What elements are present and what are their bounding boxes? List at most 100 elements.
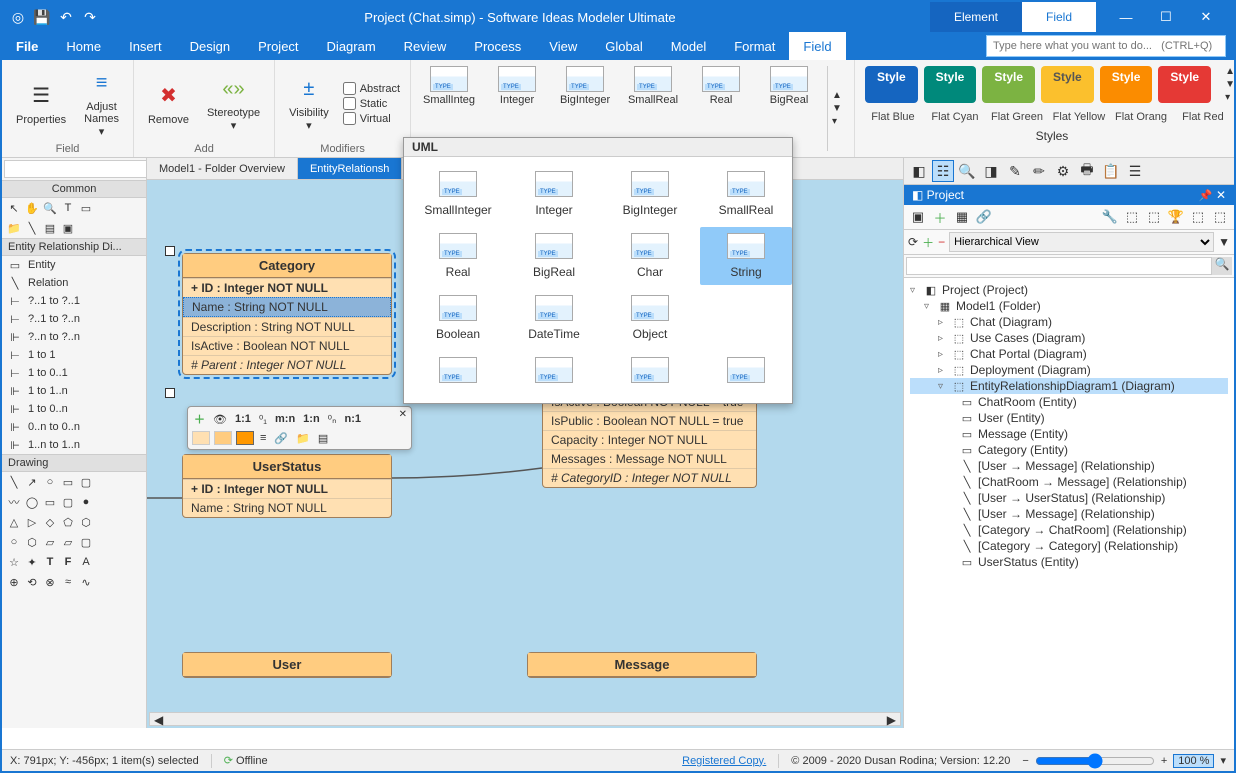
uml-smallreal[interactable]: SmallReal	[700, 165, 792, 223]
tree-diagram[interactable]: ▹⬚Deployment (Diagram)	[910, 362, 1228, 378]
project-search-input[interactable]	[906, 257, 1212, 275]
gallery-expand-icon[interactable]: ▾	[832, 116, 842, 127]
uml-integer[interactable]: Integer	[508, 165, 600, 223]
line-tool-icon[interactable]: ╲	[24, 220, 40, 236]
entity-userstatus[interactable]: UserStatus + ID : Integer NOT NULL Name …	[182, 454, 392, 518]
t-icon-4[interactable]: 🏆	[1166, 207, 1186, 227]
visibility-toggle-icon[interactable]: 👁	[211, 413, 229, 426]
tree-entity[interactable]: ▭Category (Entity)	[910, 442, 1228, 458]
tool-rel-4[interactable]: ⊢1 to 1	[2, 346, 146, 364]
menu-diagram[interactable]: Diagram	[313, 32, 390, 60]
search-icon[interactable]: 🔍	[1212, 257, 1232, 275]
rel-m-n[interactable]: m:n	[273, 413, 297, 425]
tree-entity[interactable]: ▭UserStatus (Entity)	[910, 554, 1228, 570]
tool-rel-2[interactable]: ⊢?..1 to ?..n	[2, 310, 146, 328]
zoom-in-icon[interactable]: +	[1161, 755, 1167, 767]
icon-5[interactable]: ✎	[1004, 160, 1026, 182]
pin-icon[interactable]: 📌	[1199, 190, 1213, 202]
icon-10[interactable]: ☰	[1124, 160, 1146, 182]
minimize-button[interactable]: —	[1106, 2, 1146, 32]
tree-model[interactable]: ▿▦Model1 (Folder)	[910, 298, 1228, 314]
uml-more-3[interactable]	[604, 351, 696, 395]
entity-message[interactable]: Message	[527, 652, 757, 678]
tree-erd-selected[interactable]: ▿⬚EntityRelationshipDiagram1 (Diagram)	[910, 378, 1228, 394]
icon-4[interactable]: ◨	[980, 160, 1002, 182]
style-down-icon[interactable]: ▼	[1225, 79, 1235, 90]
zoom-tool-icon[interactable]: 🔍	[42, 200, 58, 216]
icon-6[interactable]: ✏	[1028, 160, 1050, 182]
uml-more-2[interactable]	[508, 351, 600, 395]
tree-diagram[interactable]: ▹⬚Chat Portal (Diagram)	[910, 346, 1228, 362]
field-name-selected[interactable]: Name : String NOT NULL	[183, 297, 391, 317]
menu-global[interactable]: Global	[591, 32, 657, 60]
remove-item-icon[interactable]: −	[938, 235, 945, 249]
tool-rel-1[interactable]: ⊢?..1 to ?..1	[2, 292, 146, 310]
context-tab-element[interactable]: Element	[930, 2, 1022, 32]
menu-field[interactable]: Field	[789, 32, 845, 60]
add-icon[interactable]: ＋	[930, 207, 950, 227]
icon-8[interactable]: 🖶	[1076, 160, 1098, 182]
gallery-down-icon[interactable]: ▼	[832, 103, 842, 114]
tool-relation[interactable]: ╲Relation	[2, 274, 146, 292]
tree-relationship[interactable]: ╲[Category → Category] (Relationship)	[910, 538, 1228, 554]
refresh-icon[interactable]: ⟳	[908, 235, 918, 249]
icon-3[interactable]: 🔍	[956, 160, 978, 182]
style-expand-icon[interactable]: ▾	[1225, 92, 1235, 103]
filter-icon[interactable]: ▼	[1218, 235, 1230, 249]
view-mode-select[interactable]: Hierarchical View	[949, 232, 1214, 252]
new-icon[interactable]: ▣	[908, 207, 928, 227]
menu-format[interactable]: Format	[720, 32, 789, 60]
uml-real[interactable]: Real	[412, 227, 504, 285]
static-checkbox[interactable]: Static	[343, 97, 400, 110]
menu-project[interactable]: Project	[244, 32, 312, 60]
menu-insert[interactable]: Insert	[115, 32, 176, 60]
registered-copy-link[interactable]: Registered Copy.	[682, 755, 766, 767]
menu-home[interactable]: Home	[52, 32, 115, 60]
menu-view[interactable]: View	[535, 32, 591, 60]
t-icon-6[interactable]: ⬚	[1210, 207, 1230, 227]
tree-entity[interactable]: ▭ChatRoom (Entity)	[910, 394, 1228, 410]
t-icon-3[interactable]: ⬚	[1144, 207, 1164, 227]
remove-button[interactable]: ✖ Remove	[144, 80, 193, 128]
redo-icon[interactable]: ↷	[82, 9, 98, 25]
doc-tab-folder-overview[interactable]: Model1 - Folder Overview	[147, 158, 298, 179]
maximize-button[interactable]: ☐	[1146, 2, 1186, 32]
zoom-value[interactable]: 100 %	[1173, 754, 1214, 768]
color-swatch-1[interactable]	[192, 431, 210, 445]
zoom-slider[interactable]	[1035, 753, 1155, 769]
doc-tab-erd[interactable]: EntityRelationsh	[298, 158, 403, 179]
rel-0-n[interactable]: ⁰ₙ	[326, 413, 339, 426]
context-tab-field[interactable]: Field	[1022, 2, 1096, 32]
entity-chatroom-partial[interactable]: IsActive : Boolean NOT NULL = true IsPub…	[542, 392, 757, 488]
tree-relationship[interactable]: ╲[User → Message] (Relationship)	[910, 458, 1228, 474]
card-icon[interactable]: ▤	[316, 432, 330, 445]
pointer-tool-icon[interactable]: ↖	[6, 200, 22, 216]
note-icon[interactable]: ▦	[952, 207, 972, 227]
uml-boolean[interactable]: Boolean	[412, 289, 504, 347]
tree-entity[interactable]: ▭User (Entity)	[910, 410, 1228, 426]
tree-root[interactable]: ▿◧Project (Project)	[910, 282, 1228, 298]
tool-entity[interactable]: ▭Entity	[2, 256, 146, 274]
adjust-names-button[interactable]: ≡ AdjustNames ▾	[80, 67, 123, 140]
uml-more-1[interactable]	[412, 351, 504, 395]
tree-diagram[interactable]: ▹⬚Chat (Diagram)	[910, 314, 1228, 330]
abstract-checkbox[interactable]: Abstract	[343, 82, 400, 95]
menu-process[interactable]: Process	[460, 32, 535, 60]
entity-user[interactable]: User	[182, 652, 392, 678]
tree-diagram[interactable]: ▹⬚Use Cases (Diagram)	[910, 330, 1228, 346]
rel-1-n[interactable]: 1:n	[301, 413, 322, 425]
properties-button[interactable]: ☰ Properties	[12, 80, 70, 128]
menu-design[interactable]: Design	[176, 32, 244, 60]
text-tool-icon[interactable]: T	[60, 200, 76, 216]
color-swatch-3[interactable]	[236, 431, 254, 445]
uml-object[interactable]: Object	[604, 289, 696, 347]
save-icon[interactable]: 💾	[34, 9, 50, 25]
uml-smallinteger[interactable]: SmallInteger	[412, 165, 504, 223]
style-flat-yellow[interactable]: Style	[1041, 66, 1094, 103]
note-tool-icon[interactable]: ▤	[42, 220, 58, 236]
align-icon[interactable]: ≡	[258, 432, 268, 444]
style-flat-red[interactable]: Style	[1158, 66, 1211, 103]
tree-relationship[interactable]: ╲[Category → ChatRoom] (Relationship)	[910, 522, 1228, 538]
rel-n-1[interactable]: n:1	[342, 413, 363, 425]
tool-rel-3[interactable]: ⊩?..n to ?..n	[2, 328, 146, 346]
